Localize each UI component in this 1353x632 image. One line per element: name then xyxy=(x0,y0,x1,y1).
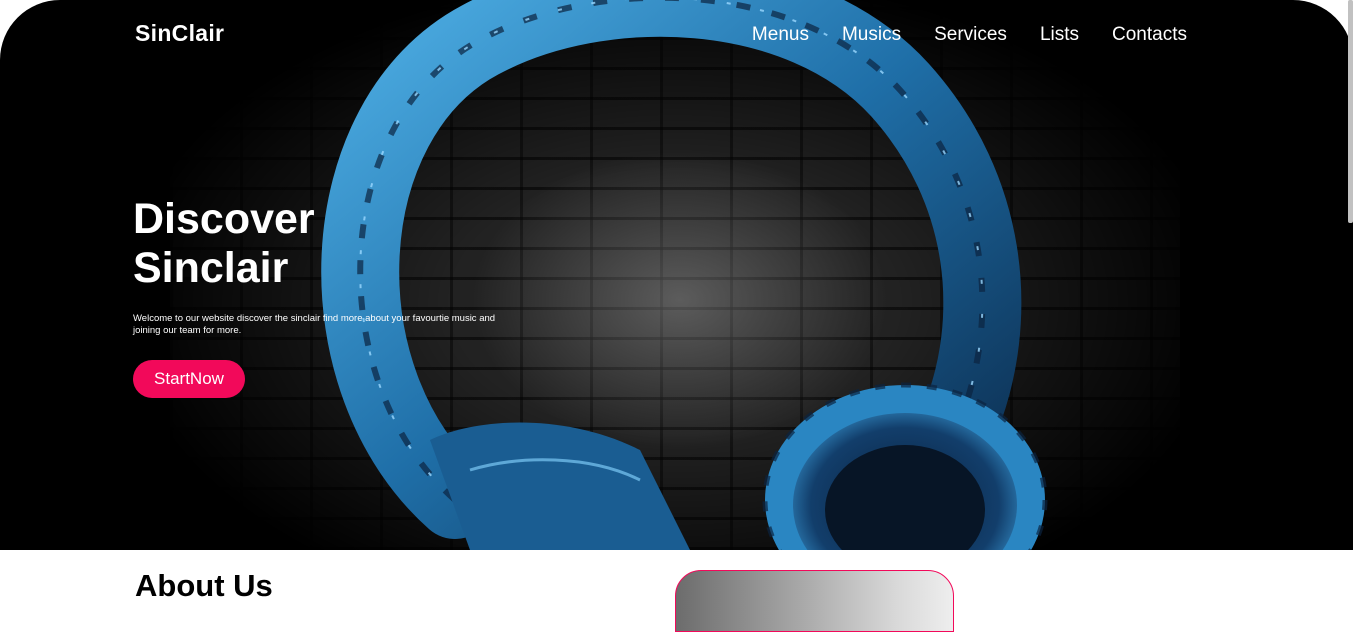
nav-services[interactable]: Services xyxy=(934,24,1007,46)
about-us-image xyxy=(675,570,954,632)
start-now-button[interactable]: StartNow xyxy=(133,360,245,398)
nav-contacts[interactable]: Contacts xyxy=(1112,24,1187,46)
hero-intro-text: Welcome to our website discover the sinc… xyxy=(133,313,496,336)
nav-musics[interactable]: Musics xyxy=(842,24,901,46)
main-nav: Menus Musics Services Lists Contacts xyxy=(752,24,1187,46)
nav-lists[interactable]: Lists xyxy=(1040,24,1079,46)
page-scrollbar[interactable] xyxy=(1348,0,1353,223)
brand-logo[interactable]: SinClair xyxy=(135,20,224,47)
hero-title-line-1: Discover xyxy=(133,195,315,243)
hero-section: SinClair Menus Musics Services Lists Con… xyxy=(0,0,1353,550)
hero-title: Discover Sinclair xyxy=(133,195,315,293)
about-us-heading: About Us xyxy=(135,568,273,603)
hero-title-line-2: Sinclair xyxy=(133,244,289,292)
nav-menus[interactable]: Menus xyxy=(752,24,809,46)
